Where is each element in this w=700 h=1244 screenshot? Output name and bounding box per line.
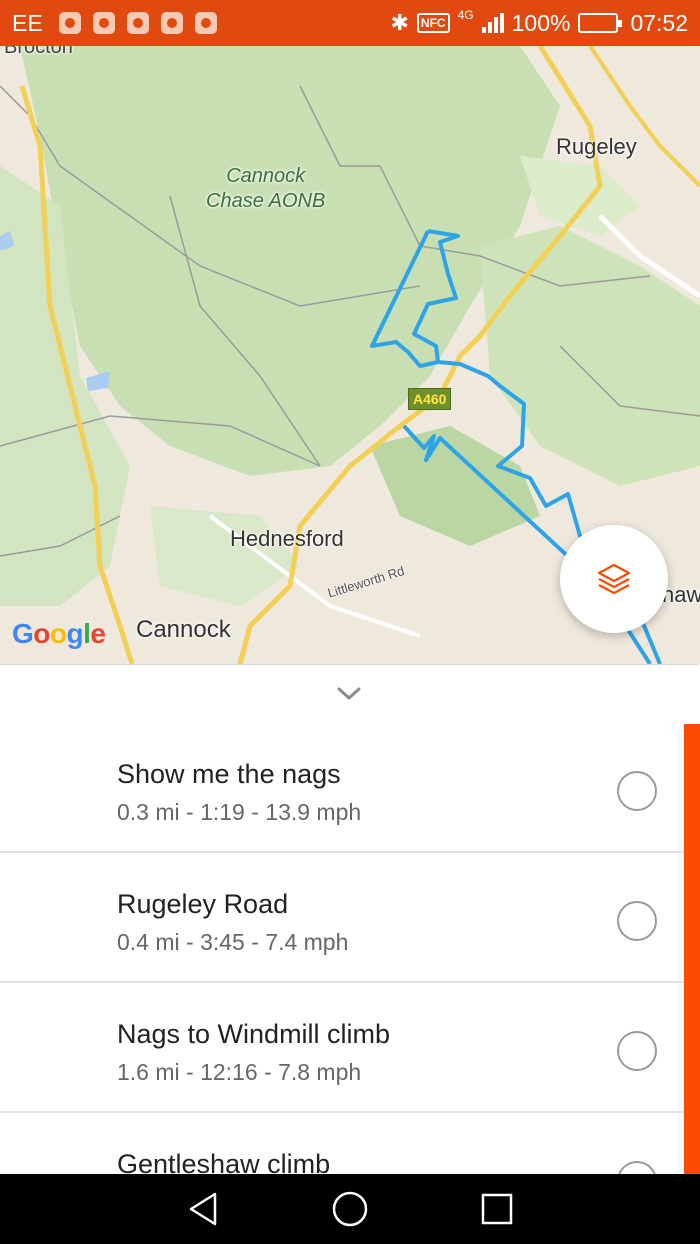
segment-stats: 1.6 mi - 12:16 - 7.8 mph [117,1059,362,1085]
segment-name: Rugeley Road [117,889,289,919]
google-logo-g2: g [66,618,84,649]
signal-icon [481,13,504,33]
status-right: ✱ NFC 4G 100% 07:52 [390,8,688,37]
carrier-label: EE [12,9,43,36]
chevron-down-icon [337,687,361,700]
back-button[interactable] [173,1179,233,1239]
status-left: EE [12,10,217,37]
recents-button[interactable] [467,1179,527,1239]
segment-stats: 0.3 mi - 1:19 - 13.9 mph [117,799,362,825]
segment-row[interactable]: Show me the nags 0.3 mi - 1:19 - 13.9 mp… [0,723,684,853]
layers-icon [597,563,631,595]
gmail-notification-icon [160,12,183,34]
segment-name: Gentleshaw climb [117,1149,331,1174]
map-label-gentleshaw-partial: haw [662,582,700,607]
status-bar: EE ✱ NFC 4G 100% 07:52 [0,0,700,46]
system-nav-bar [0,1174,700,1244]
strava-notification-icon [92,12,115,34]
segments-sheet: Show me the nags 0.3 mi - 1:19 - 13.9 mp… [0,664,698,1174]
segment-radio[interactable] [617,771,657,811]
segment-name: Nags to Windmill climb [117,1019,391,1049]
network-type-label: 4G [457,8,474,22]
segment-stats: 0.4 mi - 3:45 - 7.4 mph [117,929,349,955]
gallery-notification-icon [126,12,149,34]
map-label-rugeley: Rugeley [556,134,637,159]
segment-accent-bar [684,724,700,1174]
segment-row[interactable]: Gentleshaw climb [0,1113,684,1174]
google-logo: Google [12,618,106,650]
google-logo-o1: o [33,618,50,649]
map-label-brocton: Brocton [4,46,73,58]
segment-radio[interactable] [617,901,657,941]
map-label-hednesford: Hednesford [230,526,344,551]
recents-icon [481,1193,512,1225]
home-icon [332,1191,368,1227]
map-label-cannock-chase: Cannock Chase AONB [206,164,325,214]
segment-radio[interactable] [617,1161,657,1174]
bluetooth-icon: ✱ [390,10,409,35]
segment-radio[interactable] [617,1031,657,1071]
sheet-collapse-handle[interactable] [0,665,698,723]
google-logo-o2: o [49,618,67,649]
segment-row[interactable]: Rugeley Road 0.4 mi - 3:45 - 7.4 mph [0,853,684,983]
shield-notification-icon [194,12,217,34]
google-logo-e: e [90,618,106,649]
map-label-chase-line1: Cannock [226,165,306,187]
battery-icon [578,13,623,33]
segment-name: Show me the nags [117,759,341,789]
google-logo-g: G [12,618,34,649]
road-badge-a460: A460 [408,388,452,410]
battery-percent: 100% [511,9,571,36]
location-notification-icon [58,12,81,34]
clock: 07:52 [630,9,688,36]
nfc-icon: NFC [416,13,450,33]
map-label-chase-line2: Chase AONB [206,190,326,212]
map-label-cannock: Cannock [136,616,231,643]
back-icon [190,1192,217,1226]
segment-row[interactable]: Nags to Windmill climb 1.6 mi - 12:16 - … [0,983,684,1113]
home-button[interactable] [320,1179,380,1239]
layers-button[interactable] [560,525,668,633]
